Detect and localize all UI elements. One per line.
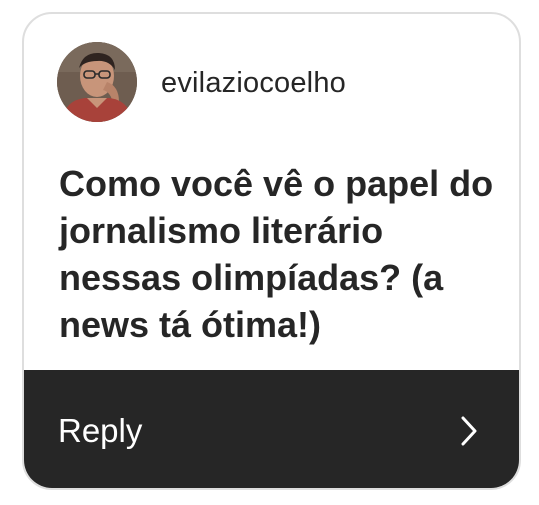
- avatar-photo: [57, 42, 137, 122]
- reply-button[interactable]: Reply: [24, 370, 519, 488]
- username[interactable]: evilaziocoelho: [161, 66, 346, 100]
- card-header: evilaziocoelho: [24, 14, 519, 144]
- chevron-right-icon: [461, 416, 477, 446]
- avatar[interactable]: [57, 42, 137, 122]
- question-card: evilaziocoelho Como você vê o papel do j…: [22, 12, 521, 490]
- question-text: Como você vê o papel do jornalismo liter…: [59, 163, 494, 345]
- reply-label: Reply: [58, 412, 143, 449]
